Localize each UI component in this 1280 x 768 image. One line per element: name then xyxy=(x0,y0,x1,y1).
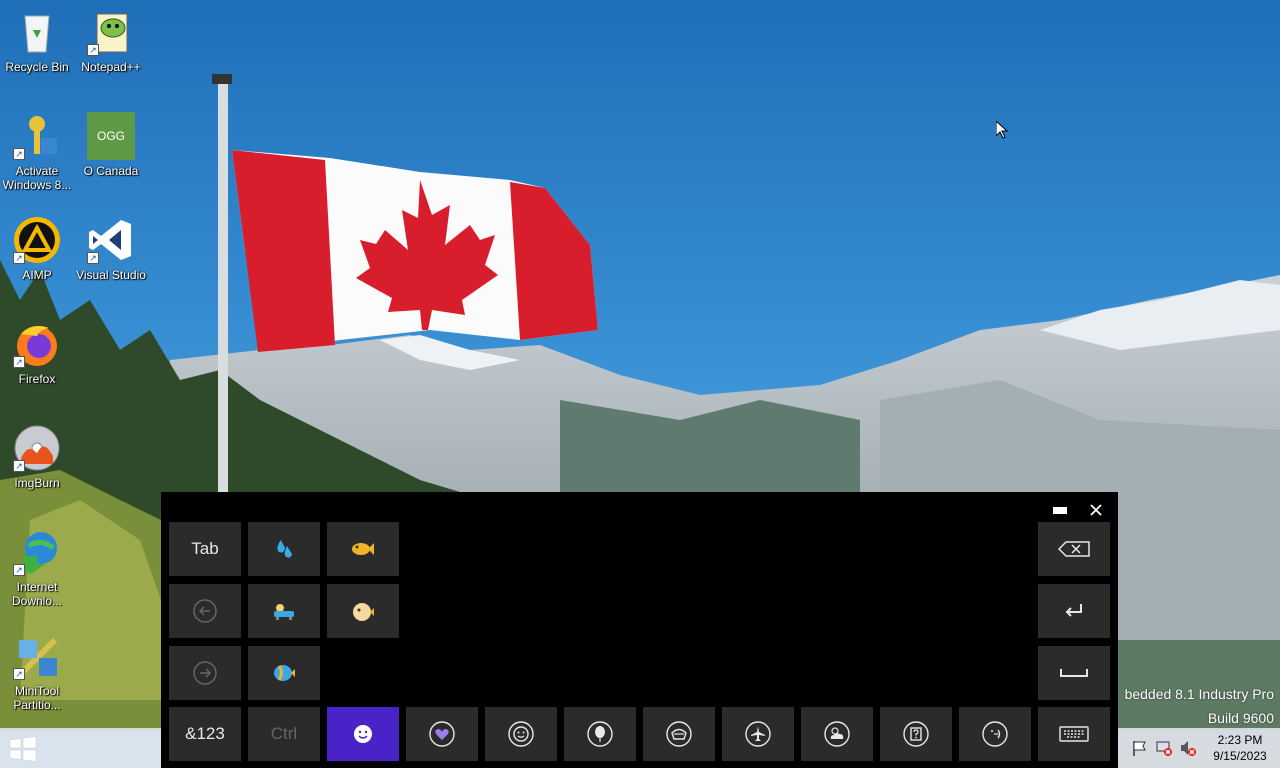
shortcut-arrow-icon: ↗ xyxy=(87,252,99,264)
emoji-key-tropical-fish[interactable] xyxy=(248,646,320,700)
minitool-partition-icon: ↗ xyxy=(13,632,61,680)
emoji-category-food[interactable] xyxy=(643,707,715,761)
heart-icon xyxy=(429,721,455,747)
enter-icon xyxy=(1065,604,1082,617)
notepad-plus-plus-icon: ↗ xyxy=(87,8,135,56)
keyboard-dock-button[interactable] xyxy=(1047,498,1073,522)
emoji-key-fish[interactable] xyxy=(327,522,399,576)
desktop-icon-label: Firefox xyxy=(18,372,56,386)
ogg-badge: OGG xyxy=(96,129,125,143)
food-icon xyxy=(666,721,692,747)
emoji-key-blowfish[interactable] xyxy=(327,584,399,638)
taskbar-clock[interactable]: 2:23 PM 9/15/2023 xyxy=(1200,732,1280,764)
internet-download-manager-icon: ↗ xyxy=(13,528,61,576)
left-arrow-circle-icon xyxy=(193,599,217,623)
shortcut-arrow-icon: ↗ xyxy=(13,148,25,160)
activate-windows-icon: ↗ xyxy=(13,112,61,160)
emoji-category-recent[interactable] xyxy=(327,707,399,761)
fish-icon xyxy=(352,543,374,555)
shortcut-arrow-icon: ↗ xyxy=(13,460,25,472)
emoji-category-smileys[interactable] xyxy=(485,707,557,761)
desktop-icon-label: MiniTool Partitio... xyxy=(13,684,61,712)
network-disconnected-icon[interactable] xyxy=(1155,739,1173,757)
volume-muted-icon[interactable] xyxy=(1179,739,1197,757)
emoji-key-bathtub[interactable] xyxy=(248,584,320,638)
emoji-category-weather[interactable] xyxy=(801,707,873,761)
visual-studio-icon: ↗ xyxy=(87,216,135,264)
right-arrow-circle-icon xyxy=(193,661,217,685)
backspace-key[interactable] xyxy=(1038,522,1110,576)
mouse-cursor-icon xyxy=(995,119,1009,144)
bathtub-icon xyxy=(274,604,294,620)
desktop-icon-visual-studio[interactable]: ↗ Visual Studio xyxy=(74,216,148,282)
clock-time: 2:23 PM xyxy=(1217,733,1263,747)
aimp-icon: ↗ xyxy=(13,216,61,264)
emoji-category-symbols[interactable] xyxy=(880,707,952,761)
desktop-icon-firefox[interactable]: ↗ Firefox xyxy=(0,320,74,386)
airplane-icon xyxy=(745,721,771,747)
ctrl-key[interactable]: Ctrl xyxy=(248,707,320,761)
desktop-icon-aimp[interactable]: ↗ AIMP xyxy=(0,216,74,282)
numbers-symbols-key[interactable]: &123 xyxy=(169,707,241,761)
blowfish-icon xyxy=(353,603,374,621)
ogg-file-icon: OGG xyxy=(87,112,135,160)
desktop-icon-label: AIMP xyxy=(22,268,52,282)
touch-keyboard: Tab &123 Ctrl xyxy=(161,492,1118,768)
dock-icon xyxy=(1053,507,1067,514)
emoji-category-travel[interactable] xyxy=(722,707,794,761)
desktop-icon-label: Internet Downlo... xyxy=(11,580,63,608)
smiley-face-icon xyxy=(508,721,534,747)
keyboard-icon xyxy=(1059,726,1089,742)
desktop-icon-label: O Canada xyxy=(83,164,139,178)
emoji-key-sweat-droplets[interactable] xyxy=(248,522,320,576)
tab-key[interactable]: Tab xyxy=(169,522,241,576)
desktop-icon-o-canada[interactable]: OGG O Canada xyxy=(74,112,148,178)
emoji-category-hearts[interactable] xyxy=(406,707,478,761)
shortcut-arrow-icon: ↗ xyxy=(13,356,25,368)
space-key[interactable] xyxy=(1038,646,1110,700)
weather-icon xyxy=(824,721,850,747)
windows-build-watermark: Build 9600 xyxy=(1207,710,1274,726)
desktop-icon-label: Activate Windows 8... xyxy=(2,164,72,192)
prev-page-key[interactable] xyxy=(169,584,241,638)
desktop-icon-minitool-partition[interactable]: ↗ MiniTool Partitio... xyxy=(0,632,74,712)
imgburn-icon: ↗ xyxy=(13,424,61,472)
next-page-key[interactable] xyxy=(169,646,241,700)
desktop-icon-internet-download-manager[interactable]: ↗ Internet Downlo... xyxy=(0,528,74,608)
recycle-bin-icon xyxy=(13,8,61,56)
text-emoticon-icon xyxy=(982,721,1008,747)
clock-date: 9/15/2023 xyxy=(1213,749,1267,763)
sweat-droplets-icon xyxy=(277,540,292,558)
desktop-icon-notepad-plus-plus[interactable]: ↗ Notepad++ xyxy=(74,8,148,74)
emoji-category-text-emoticons[interactable] xyxy=(959,707,1031,761)
space-icon xyxy=(1060,669,1088,677)
balloon-icon xyxy=(587,721,613,747)
windows-logo-icon xyxy=(9,736,37,762)
shortcut-arrow-icon: ↗ xyxy=(13,252,25,264)
enter-key[interactable] xyxy=(1038,584,1110,638)
symbols-icon xyxy=(903,721,929,747)
shortcut-arrow-icon: ↗ xyxy=(13,564,25,576)
desktop-icon-label: Notepad++ xyxy=(81,60,141,74)
desktop-icon-label: Visual Studio xyxy=(76,268,146,282)
action-center-flag-icon[interactable] xyxy=(1131,739,1149,757)
keyboard-layout-key[interactable] xyxy=(1038,707,1110,761)
smiley-icon xyxy=(354,725,372,743)
firefox-icon: ↗ xyxy=(13,320,61,368)
windows-edition-watermark: bedded 8.1 Industry Pro xyxy=(1124,686,1274,702)
close-icon xyxy=(1090,504,1102,516)
desktop-icon-label: Recycle Bin xyxy=(5,60,69,74)
shortcut-arrow-icon: ↗ xyxy=(87,44,99,56)
desktop-icon-activate-windows[interactable]: ↗ Activate Windows 8... xyxy=(0,112,74,192)
desktop-icon-label: ImgBurn xyxy=(14,476,60,490)
tropical-fish-icon xyxy=(274,665,295,681)
system-tray: 2:23 PM 9/15/2023 xyxy=(1128,728,1280,768)
desktop-icon-imgburn[interactable]: ↗ ImgBurn xyxy=(0,424,74,490)
keyboard-close-button[interactable] xyxy=(1083,498,1109,522)
desktop-icon-recycle-bin[interactable]: Recycle Bin xyxy=(0,8,74,74)
emoji-category-celebration[interactable] xyxy=(564,707,636,761)
backspace-icon xyxy=(1058,541,1090,557)
shortcut-arrow-icon: ↗ xyxy=(13,668,25,680)
start-button[interactable] xyxy=(8,736,38,762)
